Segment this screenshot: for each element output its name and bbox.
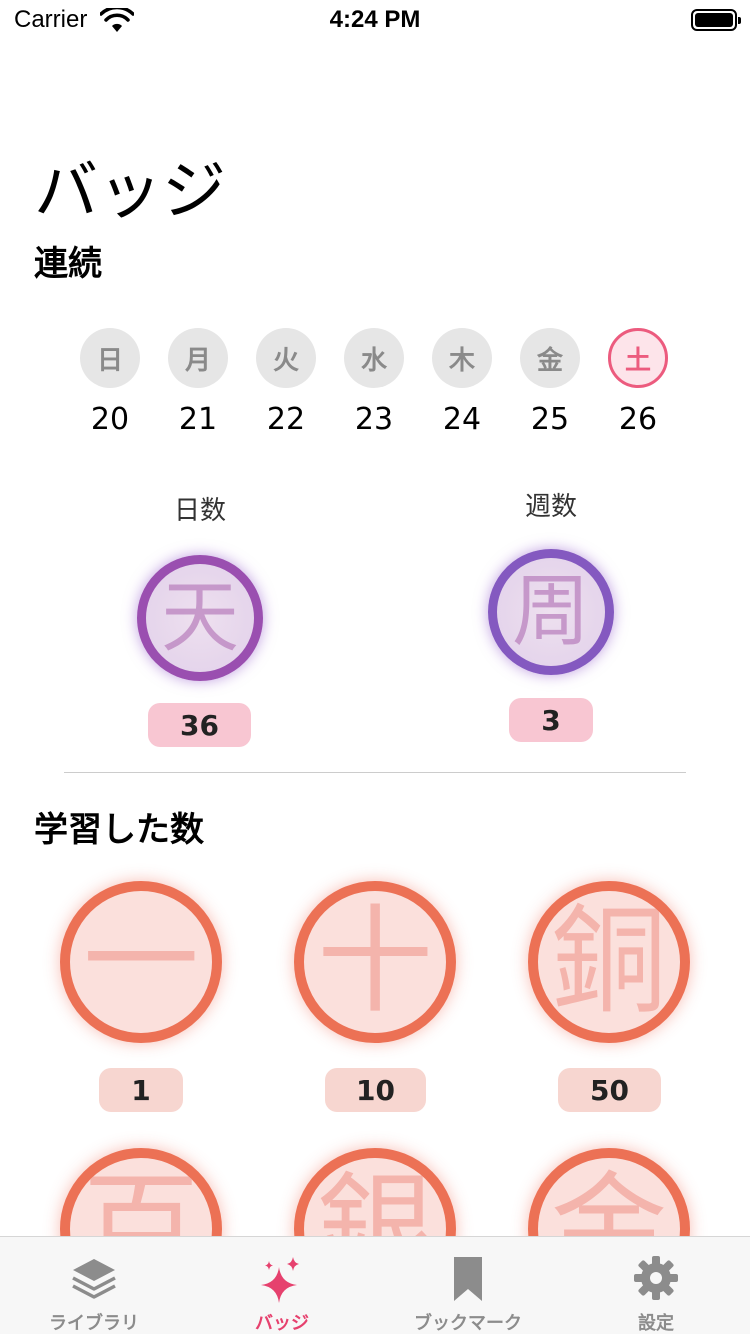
learned-badge-10[interactable]: 十 <box>294 881 456 1043</box>
day-wed: 水 23 <box>344 328 404 437</box>
weekday-circle: 木 <box>432 328 492 388</box>
weekday-circle: 火 <box>256 328 316 388</box>
learned-count-50: 50 <box>558 1068 661 1112</box>
day-date: 26 <box>618 402 658 437</box>
weeks-streak-label: 週数 <box>524 492 577 522</box>
weekday-circle: 水 <box>344 328 404 388</box>
tab-label: ライブラリ <box>49 1313 139 1334</box>
learned-section-title: 学習した数 <box>34 810 204 850</box>
battery-icon <box>691 9 741 31</box>
day-fri: 金 25 <box>520 328 580 437</box>
day-date: 25 <box>530 402 570 437</box>
page-title: バッジ <box>34 155 226 229</box>
day-thu: 木 24 <box>432 328 492 437</box>
tab-label: ブックマーク <box>414 1313 522 1334</box>
section-divider <box>64 772 686 773</box>
day-mon: 月 21 <box>168 328 228 437</box>
weeks-streak-badge[interactable]: 周 <box>488 549 614 675</box>
tab-badges[interactable]: バッジ <box>188 1237 376 1334</box>
bookmark-icon <box>454 1257 482 1301</box>
stack-icon <box>72 1259 116 1299</box>
days-streak-label: 日数 <box>173 496 226 526</box>
learned-count-10: 10 <box>325 1068 426 1112</box>
week-calendar: 日 20 月 21 火 22 水 23 木 24 金 25 土 26 <box>66 328 682 448</box>
tab-label: 設定 <box>638 1313 674 1334</box>
badge-glyph: 一 <box>83 894 199 1029</box>
status-bar: Carrier 4:24 PM <box>0 0 750 40</box>
clock: 4:24 PM <box>329 6 421 33</box>
tab-label: バッジ <box>255 1313 309 1334</box>
day-date: 23 <box>354 402 394 437</box>
days-streak-count: 36 <box>148 703 251 747</box>
weekday-circle: 金 <box>520 328 580 388</box>
weeks-streak-count: 3 <box>509 698 593 742</box>
tab-bar: ライブラリ バッジ ブックマーク 設定 <box>0 1236 750 1334</box>
weekday-circle-today: 土 <box>608 328 668 388</box>
sparkles-icon <box>261 1257 299 1303</box>
weekday-circle: 月 <box>168 328 228 388</box>
day-tue: 火 22 <box>256 328 316 437</box>
day-date: 22 <box>266 402 306 437</box>
day-date: 24 <box>442 402 482 437</box>
tab-library[interactable]: ライブラリ <box>0 1237 188 1334</box>
learned-badge-1[interactable]: 一 <box>60 881 222 1043</box>
gear-icon <box>634 1256 678 1300</box>
badge-glyph: 十 <box>317 894 433 1029</box>
badge-glyph: 周 <box>511 567 590 657</box>
badge-glyph: 銅 <box>551 894 667 1029</box>
day-date: 20 <box>90 402 130 437</box>
day-date: 21 <box>178 402 218 437</box>
learned-badge-50[interactable]: 銅 <box>528 881 690 1043</box>
days-streak-badge[interactable]: 天 <box>137 555 263 681</box>
badge-glyph: 天 <box>160 573 239 663</box>
streak-section-title: 連続 <box>34 244 102 284</box>
learned-count-1: 1 <box>99 1068 183 1112</box>
weekday-circle: 日 <box>80 328 140 388</box>
tab-settings[interactable]: 設定 <box>562 1237 750 1334</box>
tab-bookmarks[interactable]: ブックマーク <box>374 1237 562 1334</box>
day-sat-today: 土 26 <box>608 328 668 437</box>
day-sun: 日 20 <box>80 328 140 437</box>
